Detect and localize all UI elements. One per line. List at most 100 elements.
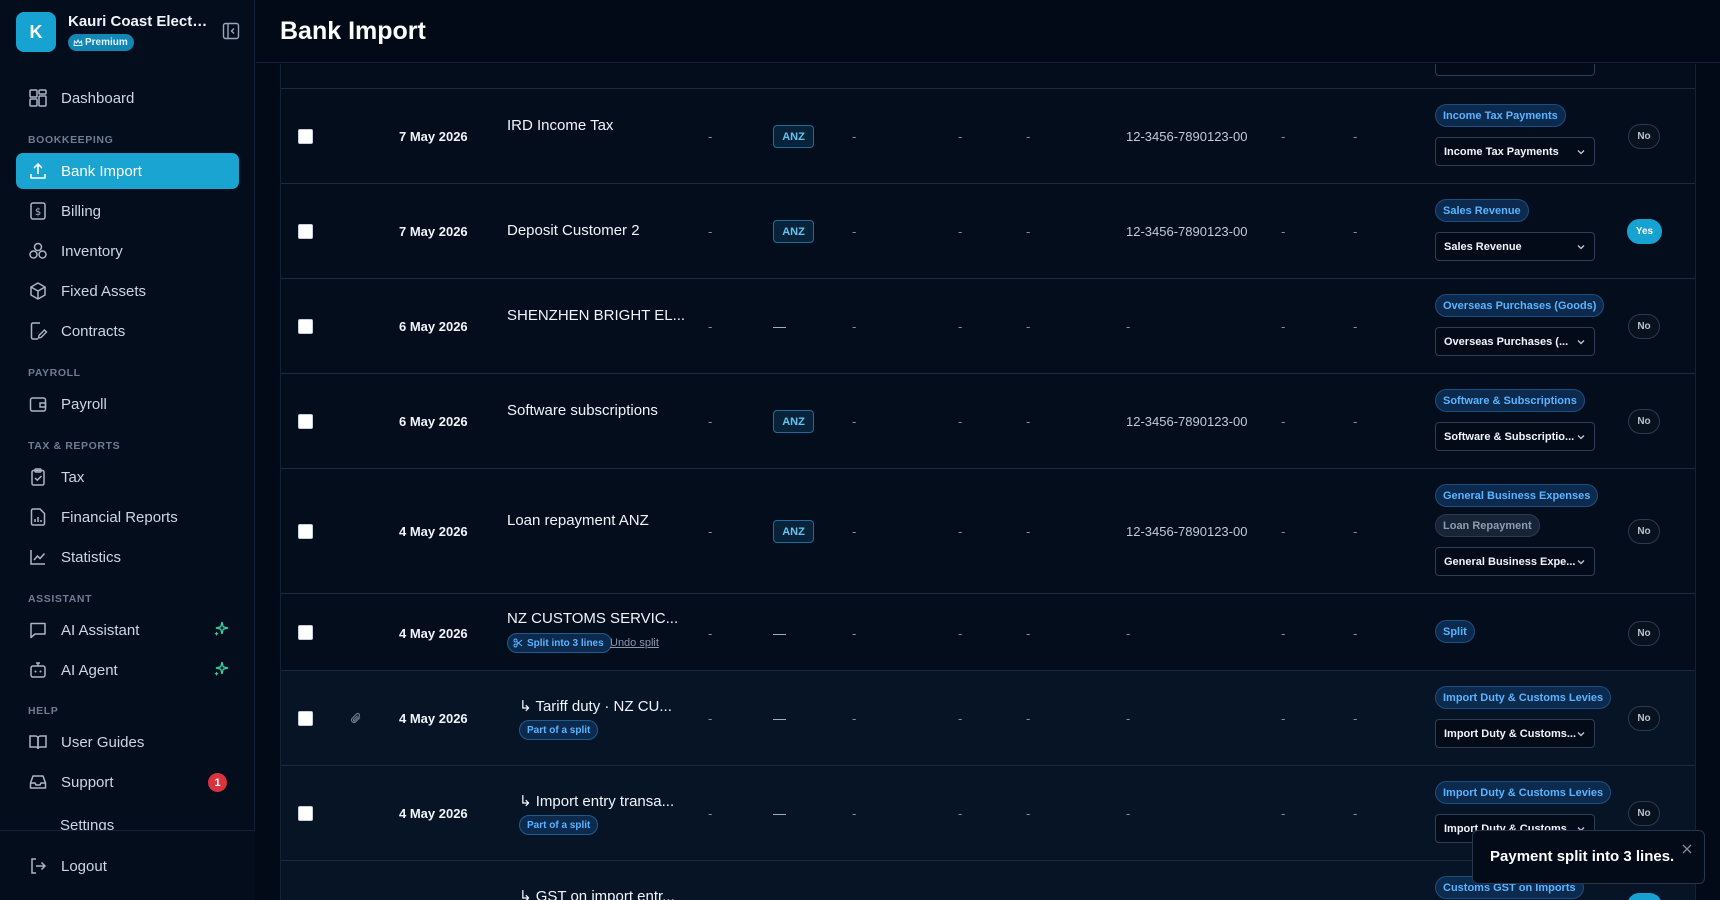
sparkles-icon bbox=[214, 621, 229, 636]
bank-badge: ANZ bbox=[773, 220, 814, 243]
row-checkbox[interactable] bbox=[298, 524, 313, 539]
category-select[interactable]: Income Tax Payments bbox=[1435, 137, 1595, 166]
sidebar-item-label: Tax bbox=[61, 468, 85, 486]
row-checkbox[interactable] bbox=[298, 129, 313, 144]
empty-value: - bbox=[708, 414, 713, 429]
sidebar-item-support[interactable]: Support 1 bbox=[16, 764, 239, 800]
empty-value: - bbox=[1026, 626, 1031, 641]
empty-value: - bbox=[958, 129, 963, 144]
category-select[interactable]: Overseas Purchases (... bbox=[1435, 327, 1595, 356]
empty-value: - bbox=[1026, 711, 1031, 726]
sidebar-item-dashboard[interactable]: Dashboard bbox=[16, 80, 239, 116]
book-open-icon bbox=[29, 735, 47, 750]
category-select-value: Software & Subscriptio... bbox=[1444, 430, 1575, 443]
sidebar-collapse-button[interactable] bbox=[220, 20, 242, 42]
chevron-down-icon bbox=[1577, 732, 1585, 737]
table-row[interactable]: 6 May 2026 Software subscriptions - ANZ … bbox=[281, 374, 1695, 469]
table-row[interactable]: 7 May 2026 IRD Income Tax - ANZ - - - 12… bbox=[281, 89, 1695, 184]
category-select[interactable]: Sales Revenue bbox=[1435, 232, 1595, 261]
chevron-down-icon bbox=[1577, 340, 1585, 345]
sidebar-item-fixed-assets[interactable]: Fixed Assets bbox=[16, 273, 239, 309]
table-row[interactable]: 4 May 2026 ↳ Tariff duty · NZ CU... Part… bbox=[281, 671, 1695, 766]
gst-toggle[interactable]: No bbox=[1628, 519, 1660, 544]
package-icon bbox=[30, 282, 46, 300]
transaction-description: Software subscriptions bbox=[507, 402, 658, 419]
row-checkbox[interactable] bbox=[298, 711, 313, 726]
transaction-description: NZ CUSTOMS SERVIC... bbox=[507, 610, 679, 627]
inbox-icon bbox=[29, 775, 47, 789]
transaction-date: 7 May 2026 bbox=[399, 129, 468, 144]
sidebar-item-bank-import[interactable]: Bank Import bbox=[16, 153, 239, 189]
file-edit-icon bbox=[30, 322, 48, 340]
empty-value: - bbox=[1353, 319, 1358, 334]
transaction-date: 4 May 2026 bbox=[399, 626, 468, 641]
sidebar-item-partial[interactable]: Settings bbox=[28, 820, 228, 830]
upload-icon bbox=[30, 162, 46, 179]
split-tag: Split bbox=[1435, 620, 1475, 643]
sidebar-item-contracts[interactable]: Contracts bbox=[16, 313, 239, 349]
category-select[interactable]: Import Duty & Customs... bbox=[1435, 719, 1595, 748]
gst-toggle[interactable]: No bbox=[1628, 409, 1660, 434]
category-select[interactable]: Software & Subscriptio... bbox=[1435, 422, 1595, 451]
svg-text:$: $ bbox=[35, 207, 41, 218]
table-row[interactable]: 4 May 2026 NZ CUSTOMS SERVIC... Split in… bbox=[281, 594, 1695, 671]
empty-value: - bbox=[1353, 806, 1358, 821]
section-tax-reports: TAX & REPORTS bbox=[28, 440, 121, 452]
category-select[interactable] bbox=[1435, 64, 1595, 76]
bank-badge: ANZ bbox=[773, 410, 814, 433]
logout-button[interactable]: Logout bbox=[16, 848, 239, 884]
line-chart-icon bbox=[30, 550, 46, 565]
empty-value: - bbox=[1281, 524, 1286, 539]
sidebar-item-financial-reports[interactable]: Financial Reports bbox=[16, 499, 239, 535]
paperclip-icon[interactable] bbox=[349, 711, 363, 725]
empty-value: - bbox=[958, 319, 963, 334]
category-select[interactable]: General Business Expe... bbox=[1435, 547, 1595, 576]
table-row[interactable]: 6 May 2026 SHENZHEN BRIGHT EL... - — - -… bbox=[281, 279, 1695, 374]
empty-value: - bbox=[1353, 224, 1358, 239]
table-row[interactable]: 4 May 2026 Loan repayment ANZ - ANZ - - … bbox=[281, 469, 1695, 594]
empty-value: - bbox=[1026, 414, 1031, 429]
report-icon bbox=[30, 508, 46, 526]
gst-toggle[interactable]: No bbox=[1628, 706, 1660, 731]
premium-label: Premium bbox=[85, 37, 128, 48]
gst-toggle[interactable]: No bbox=[1628, 314, 1660, 339]
sidebar-item-tax[interactable]: Tax bbox=[16, 459, 239, 495]
sidebar-item-inventory[interactable]: Inventory bbox=[16, 233, 239, 269]
bank-empty: — bbox=[773, 806, 786, 821]
undo-split-link[interactable]: Undo split bbox=[610, 637, 659, 649]
gst-toggle[interactable] bbox=[1627, 893, 1662, 900]
transaction-description: ↳ Tariff duty · NZ CU... bbox=[519, 698, 672, 715]
sidebar-item-label: AI Assistant bbox=[61, 621, 140, 639]
sidebar-item-ai-assistant[interactable]: AI Assistant bbox=[16, 612, 239, 648]
category-tag: Income Tax Payments bbox=[1435, 104, 1566, 127]
sidebar-item-statistics[interactable]: Statistics bbox=[16, 539, 239, 575]
row-checkbox[interactable] bbox=[298, 224, 313, 239]
gst-toggle[interactable]: Yes bbox=[1627, 219, 1662, 244]
sidebar-item-billing[interactable]: $ Billing bbox=[16, 193, 239, 229]
gst-toggle[interactable]: No bbox=[1628, 124, 1660, 149]
organization-switcher[interactable]: K Kauri Coast Electri... Premium bbox=[16, 12, 239, 54]
gst-toggle[interactable]: No bbox=[1628, 801, 1660, 826]
billing-icon: $ bbox=[30, 202, 46, 220]
category-tag: General Business Expenses bbox=[1435, 484, 1599, 507]
row-checkbox[interactable] bbox=[298, 625, 313, 640]
empty-value: - bbox=[1353, 711, 1358, 726]
sidebar-item-payroll[interactable]: Payroll bbox=[16, 386, 239, 422]
sidebar-item-label: Bank Import bbox=[61, 162, 142, 180]
row-checkbox[interactable] bbox=[298, 319, 313, 334]
sidebar-item-user-guides[interactable]: User Guides bbox=[16, 724, 239, 760]
transaction-description: Loan repayment ANZ bbox=[507, 512, 649, 529]
row-checkbox[interactable] bbox=[298, 414, 313, 429]
category-tag: Software & Subscriptions bbox=[1435, 389, 1585, 412]
sidebar-item-ai-agent[interactable]: AI Agent bbox=[16, 652, 239, 688]
category-tag: Import Duty & Customs Levies bbox=[1435, 781, 1612, 804]
close-icon[interactable] bbox=[1680, 842, 1694, 856]
row-checkbox[interactable] bbox=[298, 806, 313, 821]
sidebar-footer: Logout bbox=[0, 830, 255, 900]
sidebar-item-label: Inventory bbox=[61, 242, 123, 260]
gst-toggle[interactable]: No bbox=[1628, 621, 1660, 646]
empty-value: - bbox=[1026, 129, 1031, 144]
table-row[interactable]: 7 May 2026 Deposit Customer 2 - ANZ - - … bbox=[281, 184, 1695, 279]
transaction-description: IRD Income Tax bbox=[507, 117, 614, 134]
transaction-description: Deposit Customer 2 bbox=[507, 222, 640, 239]
